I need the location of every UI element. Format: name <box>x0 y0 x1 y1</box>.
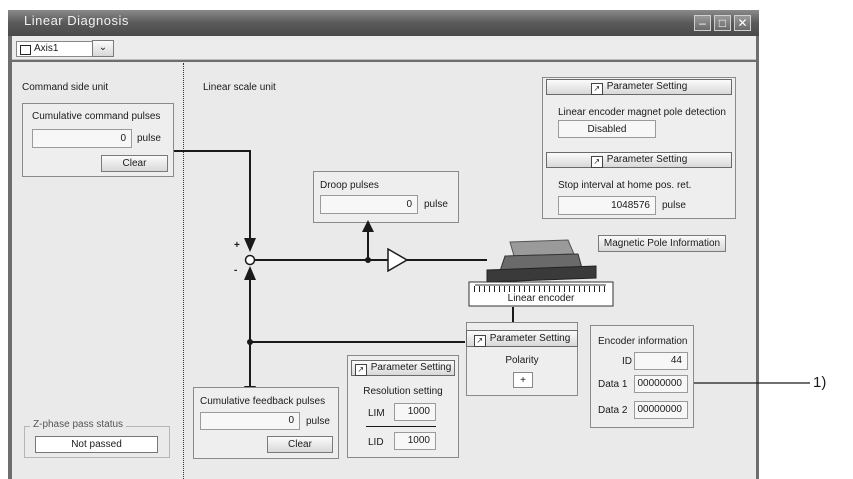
polarity-label: Polarity <box>505 355 539 366</box>
resolution-title: Resolution setting <box>363 386 443 397</box>
parameter-setting-button-resolution[interactable]: ↗ Parameter Setting <box>351 360 455 376</box>
encoder-id-label: ID <box>622 356 632 367</box>
parameter-setting-button-polarity[interactable]: ↗ Parameter Setting <box>466 330 578 347</box>
encoder-data1-field: 00000000 <box>634 375 688 393</box>
feedback-pulse-unit: pulse <box>306 416 330 427</box>
lid-field: 1000 <box>394 432 436 450</box>
linear-encoder-label: Linear encoder <box>507 293 575 304</box>
encoder-data2-field: 00000000 <box>634 401 688 419</box>
arrow-icon: ↗ <box>473 335 486 347</box>
encoder-data2-label: Data 2 <box>598 405 628 416</box>
encoder-scale-icon <box>474 286 608 292</box>
arrow-icon: ↗ <box>354 364 367 376</box>
arrow-droop-icon <box>362 220 374 232</box>
arrow-plus-icon <box>244 238 256 252</box>
amplifier-icon <box>387 247 409 273</box>
arrow-minus-icon <box>244 266 256 280</box>
summing-junction-icon <box>244 254 256 266</box>
encoder-info-title: Encoder information <box>598 336 688 347</box>
encoder-data1-label: Data 1 <box>598 379 628 390</box>
encoder-id-field: 44 <box>634 352 688 370</box>
polarity-value: + <box>513 372 533 388</box>
clear-feedback-button[interactable]: Clear <box>267 436 333 453</box>
sum-minus-label: - <box>234 265 238 276</box>
cumulative-feedback-title: Cumulative feedback pulses <box>200 396 326 407</box>
fraction-line <box>366 426 436 427</box>
feedback-pulse-field: 0 <box>200 412 300 430</box>
lim-field: 1000 <box>394 403 436 421</box>
sum-plus-label: + <box>234 240 240 251</box>
lid-label: LID <box>368 437 384 448</box>
lim-label: LIM <box>368 408 385 419</box>
callout-label: 1) <box>813 374 827 391</box>
